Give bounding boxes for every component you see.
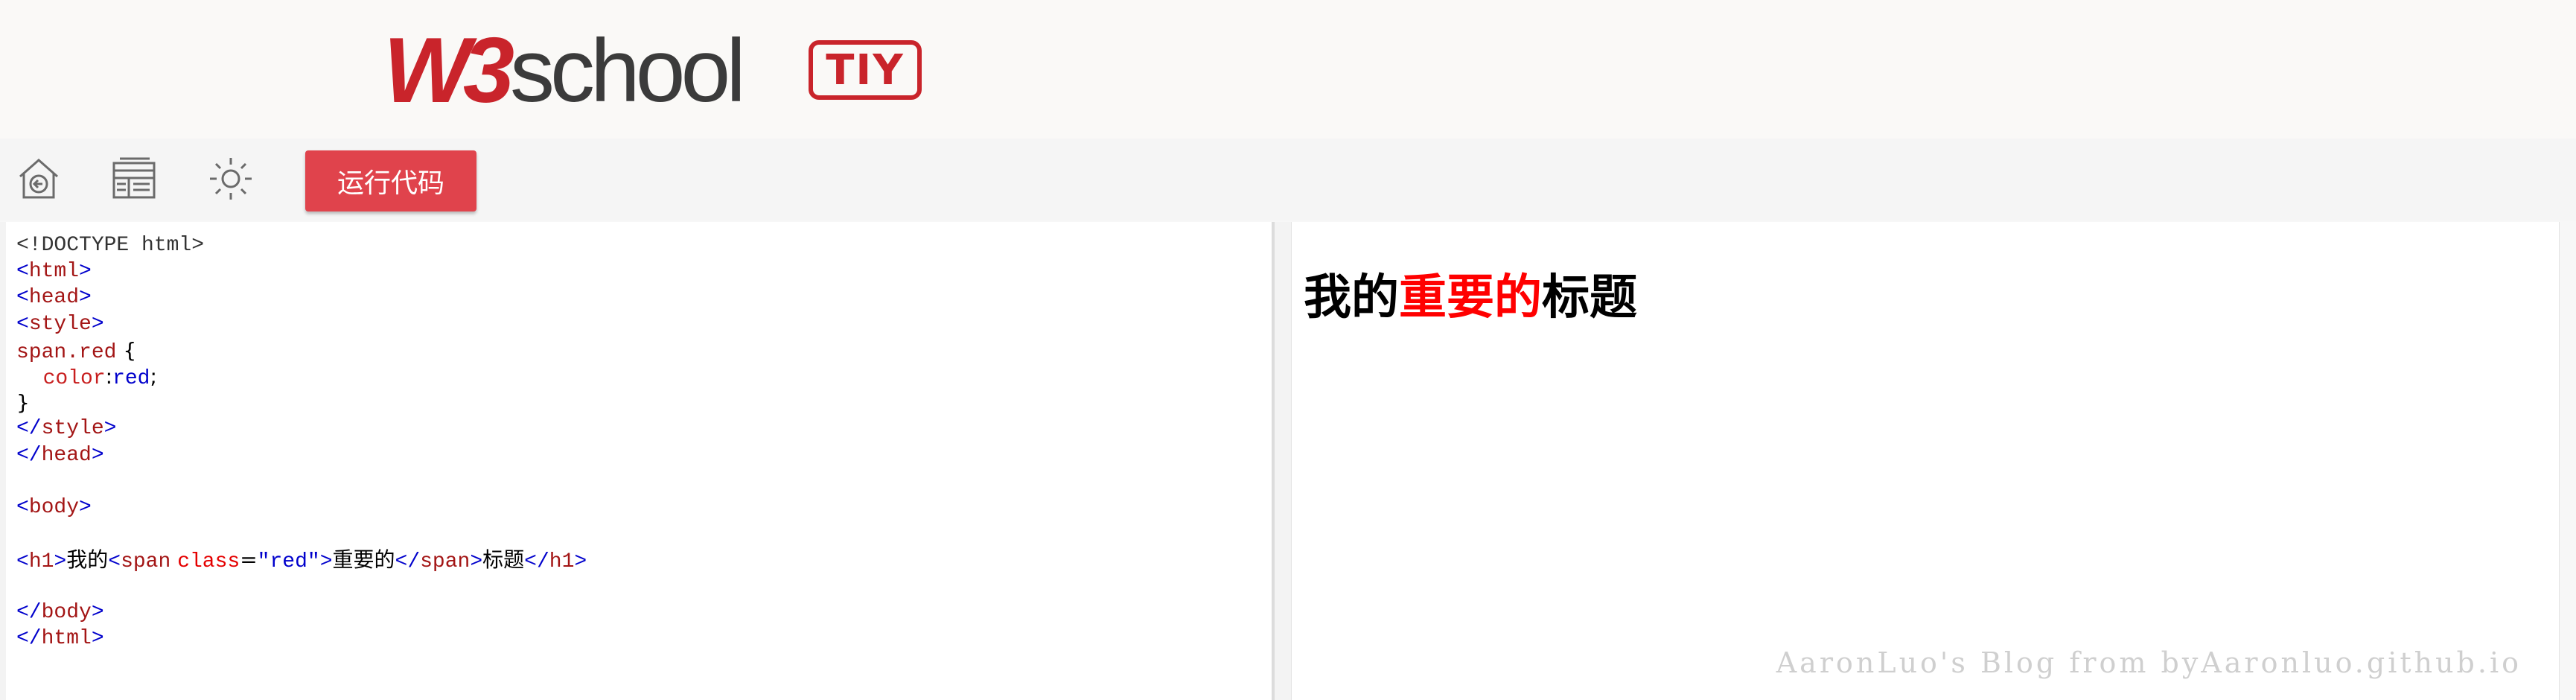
code-token: < bbox=[16, 312, 29, 336]
code-token: > bbox=[91, 312, 104, 336]
preview-heading: 我的重要的标题 bbox=[1304, 259, 1637, 328]
code-token: </ bbox=[16, 600, 42, 624]
site-header: W3 school TIY bbox=[0, 0, 2576, 139]
code-token: > bbox=[319, 550, 333, 574]
code-line: </html> bbox=[16, 626, 1272, 652]
home-back-icon[interactable] bbox=[15, 155, 63, 203]
code-token: head bbox=[28, 286, 80, 310]
w3school-logo[interactable]: W3 school bbox=[383, 19, 746, 122]
code-line: <!DOCTYPE html> bbox=[16, 232, 1272, 258]
code-token: body bbox=[41, 600, 92, 624]
code-token: </ bbox=[16, 626, 42, 650]
code-token: "red" bbox=[257, 550, 320, 574]
code-token: < bbox=[16, 286, 29, 310]
result-preview: 我的重要的标题 AaronLuo's Blog from byAaronluo.… bbox=[1291, 222, 2560, 700]
code-token: 标题 bbox=[482, 547, 525, 573]
code-token: > bbox=[470, 550, 483, 574]
code-token: { bbox=[116, 337, 137, 363]
code-token: html bbox=[41, 626, 92, 650]
code-token: style bbox=[41, 417, 104, 441]
code-line: span.red { bbox=[16, 337, 1272, 364]
code-token: class bbox=[177, 550, 240, 574]
code-token: body bbox=[28, 495, 80, 519]
code-token: </ bbox=[524, 550, 549, 574]
preview-heading-start: 我的 bbox=[1304, 270, 1399, 325]
left-edge bbox=[0, 222, 6, 700]
code-line: <html> bbox=[16, 258, 1272, 284]
code-line: <h1>我的<span class="red">重要的</span>标题</h1… bbox=[16, 547, 1272, 573]
code-token: > bbox=[79, 260, 92, 284]
code-token: </ bbox=[395, 550, 421, 574]
code-token: > bbox=[54, 550, 67, 574]
code-token: > bbox=[79, 495, 92, 519]
code-token: head bbox=[41, 443, 92, 467]
preview-heading-red-span: 重要的 bbox=[1399, 270, 1542, 325]
code-token: span bbox=[121, 550, 171, 574]
code-line: <head> bbox=[16, 284, 1272, 311]
toolbar: 运行代码 bbox=[0, 139, 2576, 220]
code-token: > bbox=[91, 626, 104, 650]
code-token: < bbox=[16, 550, 29, 574]
code-token: > bbox=[79, 286, 92, 310]
code-token: color bbox=[42, 366, 106, 390]
code-token: > bbox=[91, 443, 104, 467]
code-token: </ bbox=[16, 417, 42, 441]
code-line: <body> bbox=[16, 494, 1272, 521]
preview-heading-end: 标题 bbox=[1542, 270, 1637, 325]
watermark-text: AaronLuo's Blog from byAaronluo.github.i… bbox=[1776, 646, 2522, 679]
code-token: h1 bbox=[28, 550, 54, 574]
code-token: <!DOCTYPE html> bbox=[16, 234, 205, 257]
code-token: style bbox=[28, 312, 92, 336]
run-code-button[interactable]: 运行代码 bbox=[305, 150, 476, 211]
code-token: < bbox=[16, 260, 29, 284]
pane-divider[interactable] bbox=[1275, 222, 1291, 700]
code-token: span bbox=[420, 550, 471, 574]
code-token: </ bbox=[16, 443, 42, 467]
code-token: red bbox=[112, 366, 150, 390]
code-line: </head> bbox=[16, 442, 1272, 468]
code-line: <style> bbox=[16, 311, 1272, 337]
logo-school-text: school bbox=[510, 21, 746, 121]
code-token: 重要的 bbox=[332, 547, 395, 573]
code-token: = bbox=[240, 547, 258, 573]
code-token: 我的 bbox=[66, 547, 109, 573]
code-text[interactable]: <!DOCTYPE html> <html> <head> <style> span.r… bbox=[6, 222, 1272, 652]
code-token: < bbox=[16, 495, 29, 519]
code-line: } bbox=[16, 389, 1272, 416]
code-token: > bbox=[91, 600, 104, 624]
code-token: > bbox=[103, 417, 117, 441]
code-token: span.red bbox=[16, 340, 117, 364]
code-line: </body> bbox=[16, 599, 1272, 626]
code-token: html bbox=[28, 260, 80, 284]
layout-icon[interactable] bbox=[110, 155, 158, 203]
code-line: color:red; bbox=[16, 363, 1272, 390]
logo-w3-text: W3 bbox=[383, 19, 514, 122]
code-token: } bbox=[16, 390, 30, 416]
code-token: < bbox=[108, 550, 121, 574]
code-editor[interactable]: <!DOCTYPE html> <html> <head> <style> span.r… bbox=[6, 222, 1275, 700]
sun-icon[interactable] bbox=[207, 155, 255, 203]
code-token: h1 bbox=[549, 550, 575, 574]
code-token: > bbox=[574, 550, 587, 574]
code-token: : bbox=[105, 363, 113, 389]
code-token: ; bbox=[150, 363, 157, 389]
code-line: </style> bbox=[16, 416, 1272, 442]
tiy-badge: TIY bbox=[809, 40, 922, 100]
